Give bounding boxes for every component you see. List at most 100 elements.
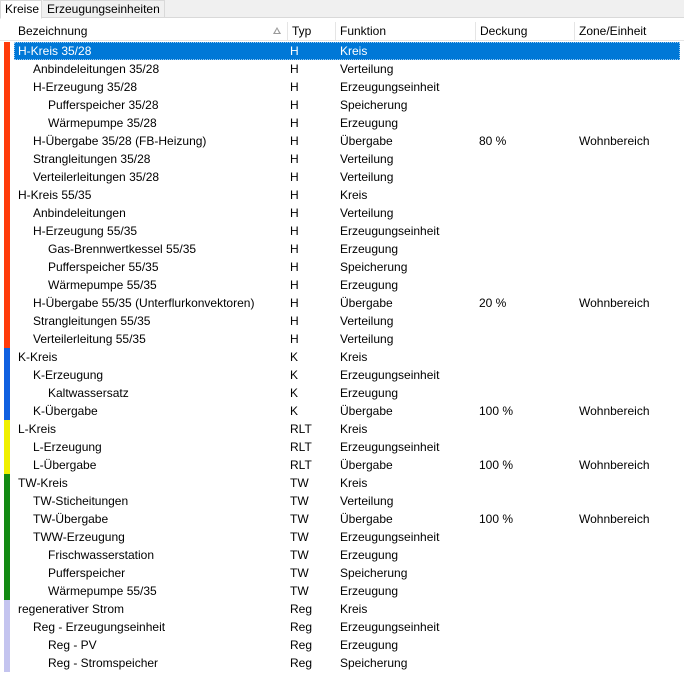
cell-deckung (479, 276, 575, 294)
table-row[interactable]: Kaltwassersatz K Erzeugung (0, 384, 684, 402)
tab-kreise[interactable]: Kreise (0, 0, 42, 19)
table-row[interactable]: TW-Kreis TW Kreis (0, 474, 684, 492)
cell-typ: Reg (290, 656, 313, 670)
table-row[interactable]: Gas-Brennwertkessel 55/35 H Erzeugung (0, 240, 684, 258)
table-row[interactable]: Verteilerleitung 55/35 H Verteilung (0, 330, 684, 348)
table-row[interactable]: H-Kreis 55/35 H Kreis (0, 186, 684, 204)
table-row[interactable]: TW-Sticheitungen TW Verteilung (0, 492, 684, 510)
cell-deckung (479, 564, 575, 582)
cell-deckung (479, 438, 575, 456)
table-row[interactable]: Reg - Erzeugungseinheit Reg Erzeugungseinh… (0, 618, 684, 636)
cell-funktion: Erzeugungseinheit (340, 368, 440, 382)
table-row[interactable]: Anbindeleitungen 35/28 H Verteilung (0, 60, 684, 78)
cell-zone-einheit (579, 438, 683, 456)
cell-bezeichnung: TW-Übergabe (33, 512, 109, 526)
table-row[interactable]: K-Übergabe K Übergabe 100 % Wohnbereich (0, 402, 684, 420)
cell-bezeichnung: K-Erzeugung (33, 368, 104, 382)
circuit-color-bar (4, 582, 10, 600)
cell-funktion: Kreis (340, 422, 368, 436)
cell-bezeichnung: Gas-Brennwertkessel 55/35 (48, 242, 197, 256)
table-row[interactable]: Wärmepumpe 55/35 TW Erzeugung (0, 582, 684, 600)
cell-deckung (479, 636, 575, 654)
cell-bezeichnung: TWW-Erzeugung (33, 530, 125, 544)
table-row[interactable]: L-Übergabe RLT Übergabe 100 % Wohnbereich (0, 456, 684, 474)
table-row[interactable]: Reg - Stromspeicher Reg Speicherung (0, 654, 684, 672)
cell-zone-einheit (579, 204, 683, 222)
circuit-color-bar (4, 150, 10, 168)
cell-typ: H (290, 188, 299, 202)
column-header-bezeichnung[interactable]: Bezeichnung (14, 22, 288, 41)
table-row[interactable]: Verteilerleitungen 35/28 H Verteilung (0, 168, 684, 186)
cell-funktion: Speicherung (340, 566, 408, 580)
table-row[interactable]: Pufferspeicher TW Speicherung (0, 564, 684, 582)
cell-bezeichnung: Kaltwassersatz (48, 386, 129, 400)
cell-typ: K (290, 404, 299, 418)
column-header-zone-einheit[interactable]: Zone/Einheit (575, 22, 684, 41)
table-row[interactable]: Wärmepumpe 55/35 H Erzeugung (0, 276, 684, 294)
table-row[interactable]: K-Erzeugung K Erzeugungseinheit (0, 366, 684, 384)
cell-zone-einheit (579, 168, 683, 186)
cell-funktion: Kreis (340, 350, 368, 364)
cell-zone-einheit (579, 600, 683, 618)
cell-deckung (479, 600, 575, 618)
cell-zone-einheit (579, 240, 683, 258)
cell-typ: H (290, 98, 299, 112)
cell-typ: H (290, 224, 299, 238)
table-row[interactable]: L-Kreis RLT Kreis (0, 420, 684, 438)
cell-zone-einheit (579, 528, 683, 546)
cell-zone-einheit (579, 78, 683, 96)
tab-bar: Kreise Erzeugungseinheiten (0, 0, 684, 19)
table-row[interactable]: regenerativer Strom Reg Kreis (0, 600, 684, 618)
table-row[interactable]: H-Übergabe 35/28 (FB-Heizung) H Übergabe 80… (0, 132, 684, 150)
circuit-color-bar (4, 294, 10, 312)
cell-funktion: Verteilung (340, 332, 394, 346)
table-row[interactable]: Wärmepumpe 35/28 H Erzeugung (0, 114, 684, 132)
circuit-color-bar (4, 258, 10, 276)
cell-typ: K (290, 368, 299, 382)
table-row[interactable]: Strangleitungen 55/35 H Verteilung (0, 312, 684, 330)
cell-zone-einheit (579, 618, 683, 636)
cell-deckung (479, 474, 575, 492)
cell-funktion: Erzeugung (340, 584, 399, 598)
table-row[interactable]: Reg - PV Reg Erzeugung (0, 636, 684, 654)
table-row[interactable]: K-Kreis K Kreis (0, 348, 684, 366)
cell-deckung (479, 384, 575, 402)
cell-deckung (479, 420, 575, 438)
table-row[interactable]: H-Übergabe 55/35 (Unterflurkonvektoren) H… (0, 294, 684, 312)
cell-zone-einheit (579, 582, 683, 600)
cell-zone-einheit (579, 186, 683, 204)
cell-deckung (479, 96, 575, 114)
table-row[interactable]: Pufferspeicher 55/35 H Speicherung (0, 258, 684, 276)
table-row[interactable]: L-Erzeugung RLT Erzeugungseinheit (0, 438, 684, 456)
cell-bezeichnung: Frischwasserstation (48, 548, 155, 562)
cell-typ: TW (290, 512, 309, 526)
circuit-color-bar (4, 186, 10, 204)
cell-funktion: Übergabe (340, 296, 393, 310)
column-header-deckung[interactable]: Deckung (476, 22, 575, 41)
cell-zone-einheit (579, 96, 683, 114)
table-row[interactable]: H-Erzeugung 35/28 H Erzeugungseinheit (0, 78, 684, 96)
table-row[interactable]: Pufferspeicher 35/28 H Speicherung (0, 96, 684, 114)
circuit-color-bar (4, 312, 10, 330)
circuit-color-bar (4, 204, 10, 222)
table-row[interactable]: Frischwasserstation TW Erzeugung (0, 546, 684, 564)
cell-typ: TW (290, 530, 309, 544)
table-row[interactable]: H-Erzeugung 55/35 H Erzeugungseinheit (0, 222, 684, 240)
tab-erzeugungseinheiten[interactable]: Erzeugungseinheiten (43, 0, 165, 18)
cell-typ: RLT (290, 458, 312, 472)
circuit-color-bar (4, 366, 10, 384)
table-row[interactable]: H-Kreis 35/28 H Kreis (0, 42, 684, 60)
cell-bezeichnung: Wärmepumpe 55/35 (48, 584, 157, 598)
column-header-funktion[interactable]: Funktion (336, 22, 476, 41)
cell-deckung (479, 168, 575, 186)
column-header-label: Bezeichnung (18, 24, 88, 38)
cell-zone-einheit: Wohnbereich (579, 458, 650, 472)
cell-bezeichnung: L-Erzeugung (33, 440, 102, 454)
cell-deckung (479, 150, 575, 168)
table-row[interactable]: Strangleitungen 35/28 H Verteilung (0, 150, 684, 168)
table-row[interactable]: Anbindeleitungen H Verteilung (0, 204, 684, 222)
table-row[interactable]: TW-Übergabe TW Übergabe 100 % Wohnbereich (0, 510, 684, 528)
circuit-color-bar (4, 636, 10, 654)
column-header-typ[interactable]: Typ (288, 22, 336, 41)
table-row[interactable]: TWW-Erzeugung TW Erzeugungseinheit (0, 528, 684, 546)
